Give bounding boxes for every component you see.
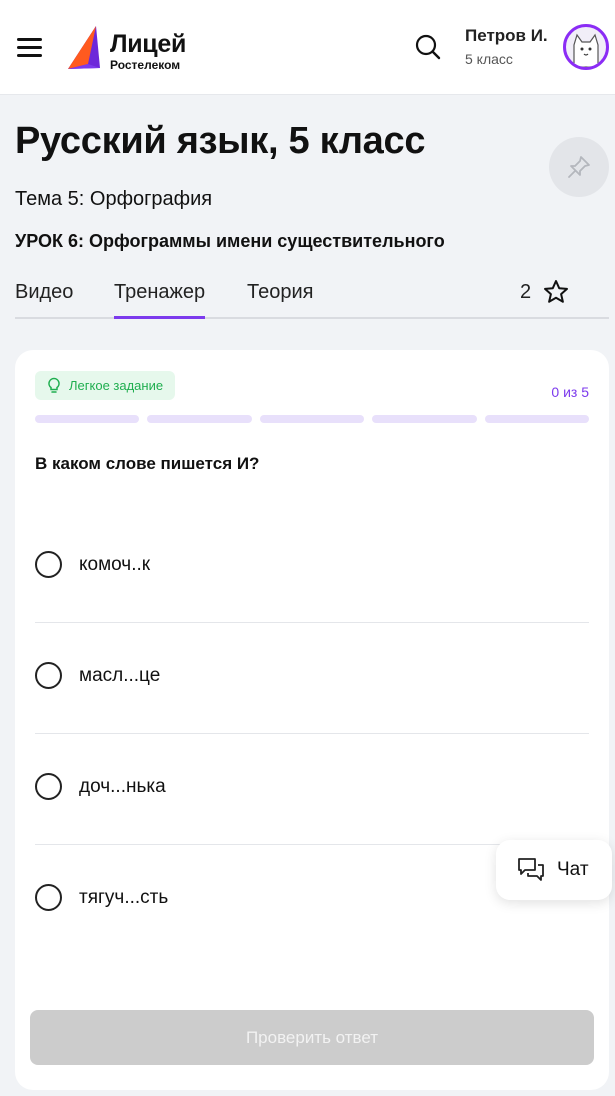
lesson-tabs: Видео Тренажер Теория 2: [15, 272, 609, 319]
pin-icon: [568, 156, 590, 178]
progress-segments: [35, 415, 589, 423]
favorite-count: 2: [520, 281, 532, 303]
menu-line: [17, 46, 42, 49]
chat-bubbles-icon: [518, 858, 544, 881]
answer-option[interactable]: комоч..к: [35, 512, 589, 623]
logo[interactable]: Лицей Ростелеком: [66, 24, 196, 74]
check-answer-button[interactable]: Проверить ответ: [30, 1010, 594, 1065]
radio-button[interactable]: [35, 773, 62, 800]
answer-option[interactable]: масл...це: [35, 623, 589, 734]
answer-option[interactable]: доч...нька: [35, 734, 589, 845]
pin-button[interactable]: [549, 137, 609, 197]
logo-title: Лицей: [110, 30, 187, 58]
page-title: Русский язык, 5 класс: [15, 120, 426, 162]
user-name[interactable]: Петров И.: [465, 26, 548, 46]
user-grade: 5 класс: [465, 51, 513, 67]
radio-button[interactable]: [35, 662, 62, 689]
top-header: Лицей Ростелеком Петров И. 5 класс: [0, 0, 615, 95]
option-label: доч...нька: [79, 776, 166, 797]
progress-segment: [147, 415, 252, 423]
progress-segment: [259, 415, 365, 423]
chat-label: Чат: [557, 859, 589, 880]
difficulty-badge: Легкое задание: [35, 371, 176, 400]
progress-counter: 0 из 5: [551, 384, 589, 400]
option-label: масл...це: [79, 665, 161, 686]
logo-mark-icon: [68, 26, 100, 69]
tab-video[interactable]: Видео: [15, 281, 73, 304]
menu-line: [17, 38, 42, 41]
progress-segment: [484, 415, 589, 423]
progress-segment: [35, 415, 140, 423]
progress-segment: [372, 415, 477, 423]
exercise-card: Легкое задание 0 из 5 В каком слове пише…: [15, 350, 609, 1090]
option-label: тягуч...сть: [79, 887, 169, 908]
star-icon: [544, 280, 568, 303]
tab-theory[interactable]: Теория: [247, 281, 313, 304]
chat-button[interactable]: Чат: [496, 840, 612, 900]
logo-subtitle: Ростелеком: [110, 58, 181, 72]
radio-button[interactable]: [35, 551, 62, 578]
lightbulb-icon: [48, 377, 60, 393]
search-icon[interactable]: [414, 33, 442, 61]
menu-icon[interactable]: [15, 34, 45, 60]
avatar[interactable]: [563, 24, 609, 70]
question-text: В каком слове пишется И?: [35, 454, 260, 473]
topic-title: Тема 5: Орфография: [15, 188, 213, 210]
radio-button[interactable]: [35, 884, 62, 911]
difficulty-label: Легкое задание: [69, 378, 164, 393]
cat-avatar-icon: [573, 33, 599, 67]
menu-line: [17, 54, 42, 57]
option-label: комоч..к: [79, 554, 151, 575]
tab-trainer[interactable]: Тренажер: [114, 281, 206, 319]
lesson-title: УРОК 6: Орфограммы имени существительног…: [15, 231, 445, 251]
